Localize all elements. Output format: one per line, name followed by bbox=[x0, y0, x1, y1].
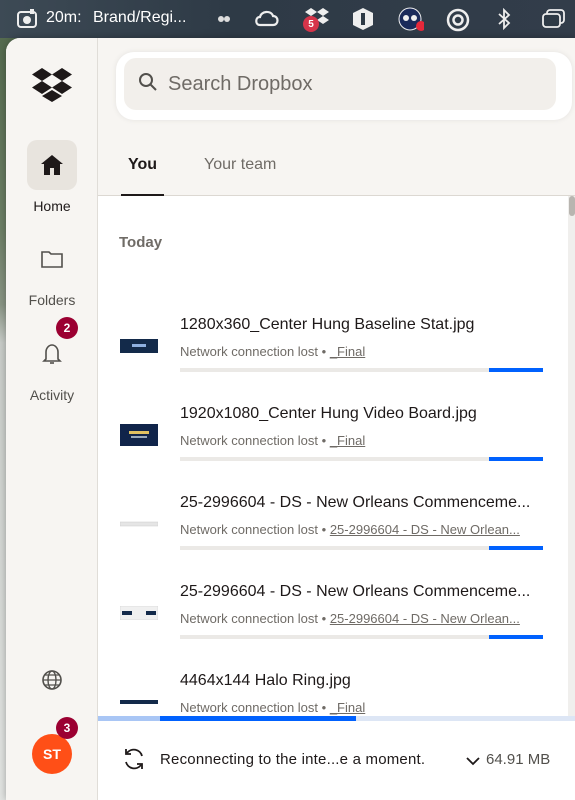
sync-icon bbox=[122, 747, 146, 776]
destination-link[interactable]: 25-2996604 - DS - New Orlean... bbox=[330, 611, 520, 626]
list-item[interactable]: 1280x360_Center Hung Baseline Stat.jpg N… bbox=[98, 316, 568, 405]
tabs: You Your team bbox=[98, 138, 575, 196]
upload-progress-fill bbox=[488, 546, 543, 550]
sidebar: Home Folders Activity 2 ST 3 bbox=[6, 38, 98, 800]
timer-label[interactable]: 20m: bbox=[46, 9, 82, 27]
list-item[interactable]: 25-2996604 - DS - New Orleans Commenceme… bbox=[98, 583, 568, 672]
section-title: Today bbox=[119, 234, 163, 251]
night-owl-icon[interactable] bbox=[396, 6, 424, 32]
separator: • bbox=[321, 611, 327, 626]
main-content: You Your team Today 1280x360_Center Hung… bbox=[98, 38, 575, 800]
search-input[interactable] bbox=[168, 72, 528, 96]
hexagon-app-icon[interactable] bbox=[352, 7, 374, 31]
sidebar-item-folders[interactable]: Folders bbox=[6, 234, 98, 308]
upload-progress-bar bbox=[180, 457, 543, 461]
avatar-badge: 3 bbox=[56, 717, 78, 739]
menu-bar: 20m: Brand/Regi... 5 bbox=[0, 0, 575, 38]
tab-your-team[interactable]: Your team bbox=[204, 156, 276, 196]
sidebar-item-label: Activity bbox=[29, 387, 75, 403]
file-status: Network connection lost • _Final bbox=[180, 344, 365, 359]
separator: • bbox=[321, 344, 327, 359]
folder-icon bbox=[27, 234, 77, 284]
home-icon bbox=[27, 140, 77, 190]
status-text: Network connection lost bbox=[180, 522, 319, 537]
upload-progress-bar bbox=[180, 368, 543, 372]
file-thumbnail bbox=[120, 334, 158, 358]
calendar-icon[interactable] bbox=[16, 9, 38, 29]
upload-progress-fill bbox=[488, 457, 543, 461]
search-box[interactable] bbox=[124, 58, 556, 110]
separator: • bbox=[321, 522, 327, 537]
file-status: Network connection lost • _Final bbox=[180, 433, 365, 448]
scrollbar-thumb[interactable] bbox=[569, 196, 575, 216]
file-status: Network connection lost • _Final bbox=[180, 700, 365, 715]
scrollbar[interactable] bbox=[568, 196, 575, 716]
sidebar-item-home[interactable]: Home bbox=[6, 140, 98, 214]
status-text: Network connection lost bbox=[180, 611, 319, 626]
chevron-down-icon[interactable] bbox=[466, 753, 480, 771]
activity-list: Today 1280x360_Center Hung Baseline Stat… bbox=[98, 196, 568, 716]
search-container bbox=[116, 52, 572, 120]
lifebuoy-icon[interactable] bbox=[446, 8, 470, 32]
separator: • bbox=[321, 433, 327, 448]
upload-progress-bar bbox=[180, 546, 543, 550]
dropbox-logo-icon[interactable] bbox=[31, 66, 73, 102]
timer-title[interactable]: Brand/Regi... bbox=[93, 9, 186, 27]
activity-badge: 2 bbox=[56, 317, 78, 339]
separator: • bbox=[321, 700, 327, 715]
sync-status-text: Reconnecting to the inte...e a moment. bbox=[160, 751, 426, 768]
destination-link[interactable]: 25-2996604 - DS - New Orlean... bbox=[330, 522, 520, 537]
tab-you[interactable]: You bbox=[121, 156, 165, 196]
list-item[interactable]: 1920x1080_Center Hung Video Board.jpg Ne… bbox=[98, 405, 568, 494]
status-text: Network connection lost bbox=[180, 700, 319, 715]
file-status: Network connection lost • 25-2996604 - D… bbox=[180, 522, 520, 537]
list-item[interactable]: 4464x144 Halo Ring.jpg Network connectio… bbox=[98, 672, 568, 716]
file-name: 1280x360_Center Hung Baseline Stat.jpg bbox=[180, 316, 475, 333]
status-text: Network connection lost bbox=[180, 344, 319, 359]
status-text: Network connection lost bbox=[180, 433, 319, 448]
sidebar-item-label: Home bbox=[33, 198, 71, 214]
upload-progress-bar bbox=[180, 635, 543, 639]
destination-link[interactable]: _Final bbox=[330, 700, 365, 715]
search-icon bbox=[138, 72, 158, 97]
dropbox-panel: Home Folders Activity 2 ST 3 Search Drop… bbox=[6, 38, 575, 800]
sidebar-item-activity[interactable]: Activity bbox=[6, 329, 98, 403]
bluetooth-icon[interactable] bbox=[496, 8, 512, 30]
globe-icon[interactable] bbox=[41, 669, 63, 696]
owl-icon[interactable] bbox=[216, 11, 232, 27]
destination-link[interactable]: _Final bbox=[330, 344, 365, 359]
file-thumbnail bbox=[120, 601, 158, 625]
file-thumbnail bbox=[120, 512, 158, 536]
window-switcher-icon[interactable] bbox=[542, 9, 566, 29]
file-status: Network connection lost • 25-2996604 - D… bbox=[180, 611, 520, 626]
avatar[interactable]: ST bbox=[32, 734, 72, 774]
destination-link[interactable]: _Final bbox=[330, 433, 365, 448]
sidebar-item-label: Folders bbox=[28, 292, 76, 308]
file-thumbnail bbox=[120, 423, 158, 447]
upload-progress-fill bbox=[488, 368, 543, 372]
upload-progress-fill bbox=[488, 635, 543, 639]
upload-size: 64.91 MB bbox=[486, 751, 551, 768]
file-name: 4464x144 Halo Ring.jpg bbox=[180, 672, 351, 689]
search-area bbox=[98, 38, 575, 138]
sync-status-footer: Reconnecting to the inte...e a moment. 6… bbox=[98, 721, 575, 800]
file-name: 25-2996604 - DS - New Orleans Commenceme… bbox=[180, 583, 531, 600]
dropbox-menubar-badge: 5 bbox=[303, 16, 319, 32]
file-name: 25-2996604 - DS - New Orleans Commenceme… bbox=[180, 494, 531, 511]
file-name: 1920x1080_Center Hung Video Board.jpg bbox=[180, 405, 477, 422]
creative-cloud-icon[interactable] bbox=[254, 8, 280, 28]
file-thumbnail bbox=[120, 690, 158, 714]
list-item[interactable]: 25-2996604 - DS - New Orleans Commenceme… bbox=[98, 494, 568, 583]
